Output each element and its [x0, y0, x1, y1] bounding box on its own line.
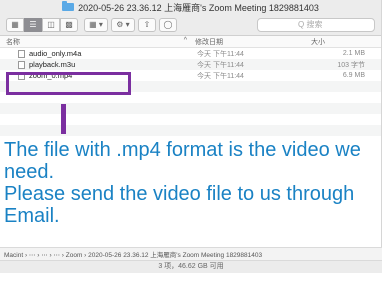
file-name: playback.m3u — [29, 60, 76, 69]
column-header-row: 名称 ^ 修改日期 大小 — [0, 36, 381, 48]
instruction-annotation: The file with .mp4 format is the video w… — [4, 139, 376, 227]
list-view-button[interactable]: ☰ — [24, 17, 42, 32]
column-view-button[interactable]: ◫ — [42, 17, 60, 32]
file-date: 今天 下午11:44 — [197, 72, 244, 80]
share-button[interactable]: ⇧ — [138, 17, 156, 32]
group-by-button[interactable]: ▦ ▾ — [84, 17, 108, 32]
file-size: 6.9 MB — [342, 72, 365, 79]
column-header-date[interactable]: 修改日期 — [191, 37, 311, 47]
file-size: 103 字节 — [337, 61, 365, 69]
tag-button[interactable]: ◯ — [159, 17, 177, 32]
file-date: 今天 下午11:44 — [197, 61, 244, 69]
file-size: 2.1 MB — [342, 50, 365, 57]
empty-row — [0, 114, 381, 125]
column-header-name-label: 名称 — [6, 38, 20, 46]
empty-row — [0, 103, 381, 114]
view-mode-group: ▦ ☰ ◫ ▩ — [6, 17, 78, 32]
window-title: 2020-05-26 23.36.12 上海雁商's Zoom Meeting … — [78, 2, 319, 13]
window-title-bar: 2020-05-26 23.36.12 上海雁商's Zoom Meeting … — [0, 0, 381, 14]
file-row-audio[interactable]: audio_only.m4a 今天 下午11:44 2.1 MB — [0, 48, 381, 59]
file-name: audio_only.m4a — [29, 49, 82, 58]
column-header-name[interactable]: 名称 ^ — [6, 37, 191, 47]
gallery-view-button[interactable]: ▩ — [60, 17, 78, 32]
file-date: 今天 下午11:44 — [197, 50, 244, 58]
path-bar[interactable]: Macint › ⋯ › ⋯ › ⋯ › Zoom › 2020-05-26 2… — [0, 247, 382, 260]
sort-indicator-icon: ^ — [183, 36, 187, 44]
empty-row — [0, 125, 381, 136]
instruction-line-1: The file with .mp4 format is the video w… — [4, 139, 361, 183]
instruction-line-2: Please send the video file to us through… — [4, 183, 355, 227]
file-row-playback[interactable]: playback.m3u 今天 下午11:44 103 字节 — [0, 59, 381, 70]
file-list: audio_only.m4a 今天 下午11:44 2.1 MB playbac… — [0, 48, 381, 147]
search-input[interactable]: Q 搜索 — [257, 17, 375, 32]
status-bar: 3 项，46.62 GB 可用 — [0, 260, 382, 273]
document-icon — [18, 49, 25, 58]
column-header-size[interactable]: 大小 — [311, 37, 371, 47]
pointer-line — [61, 104, 66, 134]
toolbar: ▦ ☰ ◫ ▩ ▦ ▾ ⚙ ▾ ⇧ ◯ Q 搜索 — [0, 14, 381, 36]
folder-icon — [62, 1, 75, 11]
action-gear-button[interactable]: ⚙ ▾ — [111, 17, 135, 32]
icon-view-button[interactable]: ▦ — [6, 17, 24, 32]
document-icon — [18, 60, 25, 69]
highlight-box — [6, 72, 131, 95]
